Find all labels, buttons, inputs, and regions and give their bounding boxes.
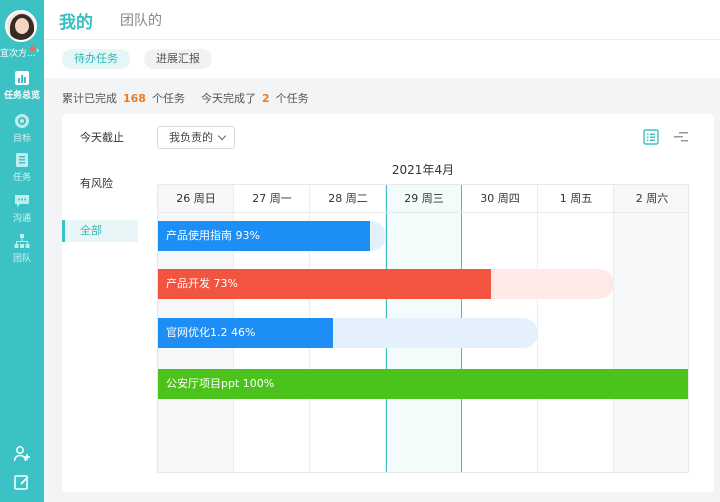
day-header: 30 周四 [462,185,538,213]
sidebar: 宜次方... › 任务总览 目标 任务 沟通 团队 [0,0,44,502]
nav-label: 任务总览 [3,91,40,101]
filter-all[interactable]: 全部 [62,220,138,242]
task-percent: 93% [235,229,260,242]
filter-due-today[interactable]: 今天截止 [62,127,138,149]
day-header: 27 周一 [234,185,310,213]
edit-button[interactable] [0,473,44,495]
task-percent: 46% [231,326,256,339]
nav-label: 任务 [12,173,31,183]
nav-item-goals[interactable]: 目标 [0,113,44,144]
day-header: 1 周五 [538,185,614,213]
task-label: 官网优化1.2 [166,326,231,339]
target-icon [15,114,29,128]
chevron-right-icon: › [36,46,40,56]
nav-item-chat[interactable]: 沟通 [0,193,44,224]
today-suffix: 个任务 [275,92,309,105]
nav-label: 团队 [12,254,31,264]
task-label: 产品使用指南 [166,229,236,242]
owner-dropdown[interactable]: 我负责的 [157,126,235,149]
team-icon [14,234,30,248]
stats-summary: 累计已完成 168 个任务 今天完成了 2 个任务 [62,90,309,106]
list-icon [16,153,28,167]
task-label: 产品开发 [166,277,214,290]
today-count: 2 [261,92,270,105]
nav-item-tasks[interactable]: 任务 [0,152,44,183]
nav-label: 目标 [12,134,31,144]
total-count: 168 [123,92,146,105]
edit-icon [14,475,29,490]
tab-mine[interactable]: 我的 [59,8,93,33]
day-header: 2 周六 [614,185,688,213]
tab-progress-report[interactable]: 进展汇报 [144,49,212,69]
day-header: 28 周二 [310,185,386,213]
task-percent: 100% [242,377,275,390]
user-menu[interactable]: 宜次方... › [0,46,44,59]
nav-label: 沟通 [12,214,31,224]
gantt-chart: 26 周日 27 周一 28 周二 29 周三 30 周四 1 周五 2 周六产品使用指南 … [157,184,689,473]
total-prefix: 累计已完成 [62,92,117,105]
day-header: 29 周三 [386,185,462,213]
month-label: 2021年4月 [391,163,455,177]
task-bar[interactable]: 官网优化1.2 46% [158,318,333,348]
nav-item-team[interactable]: 团队 [0,233,44,264]
notification-dot [30,46,35,51]
nav-item-overview[interactable]: 任务总览 [0,70,44,101]
sub-tabs: 待办任务 进展汇报 [44,40,720,78]
total-suffix: 个任务 [151,92,185,105]
list-view-icon[interactable] [643,129,659,145]
tab-todo[interactable]: 待办任务 [62,49,130,69]
task-bar[interactable]: 产品开发 73% [158,269,491,299]
task-label: 公安厅项目ppt [166,377,243,390]
today-prefix: 今天完成了 [200,92,256,105]
tab-team[interactable]: 团队的 [120,10,162,30]
chevron-down-icon [217,131,227,141]
bar-chart-icon [15,71,29,85]
avatar[interactable] [5,10,37,42]
filter-at-risk[interactable]: 有风险 [62,173,138,195]
dropdown-value: 我负责的 [169,131,213,144]
add-member-button[interactable] [0,445,44,467]
add-user-icon [13,446,30,462]
gantt-card: 今天截止 有风险 全部 我负责的 2021年4月 26 周日 27 周一 28 周二… [62,114,714,492]
day-column [538,185,614,472]
gantt-view-icon[interactable] [673,129,689,145]
chat-icon [15,195,29,207]
day-header: 26 周日 [158,185,234,213]
task-bar[interactable]: 公安厅项目ppt 100% [158,369,688,399]
task-bar[interactable]: 产品使用指南 93% [158,221,370,251]
task-percent: 73% [213,277,238,290]
top-tabs: 我的 团队的 [44,0,720,40]
day-column [614,185,688,472]
